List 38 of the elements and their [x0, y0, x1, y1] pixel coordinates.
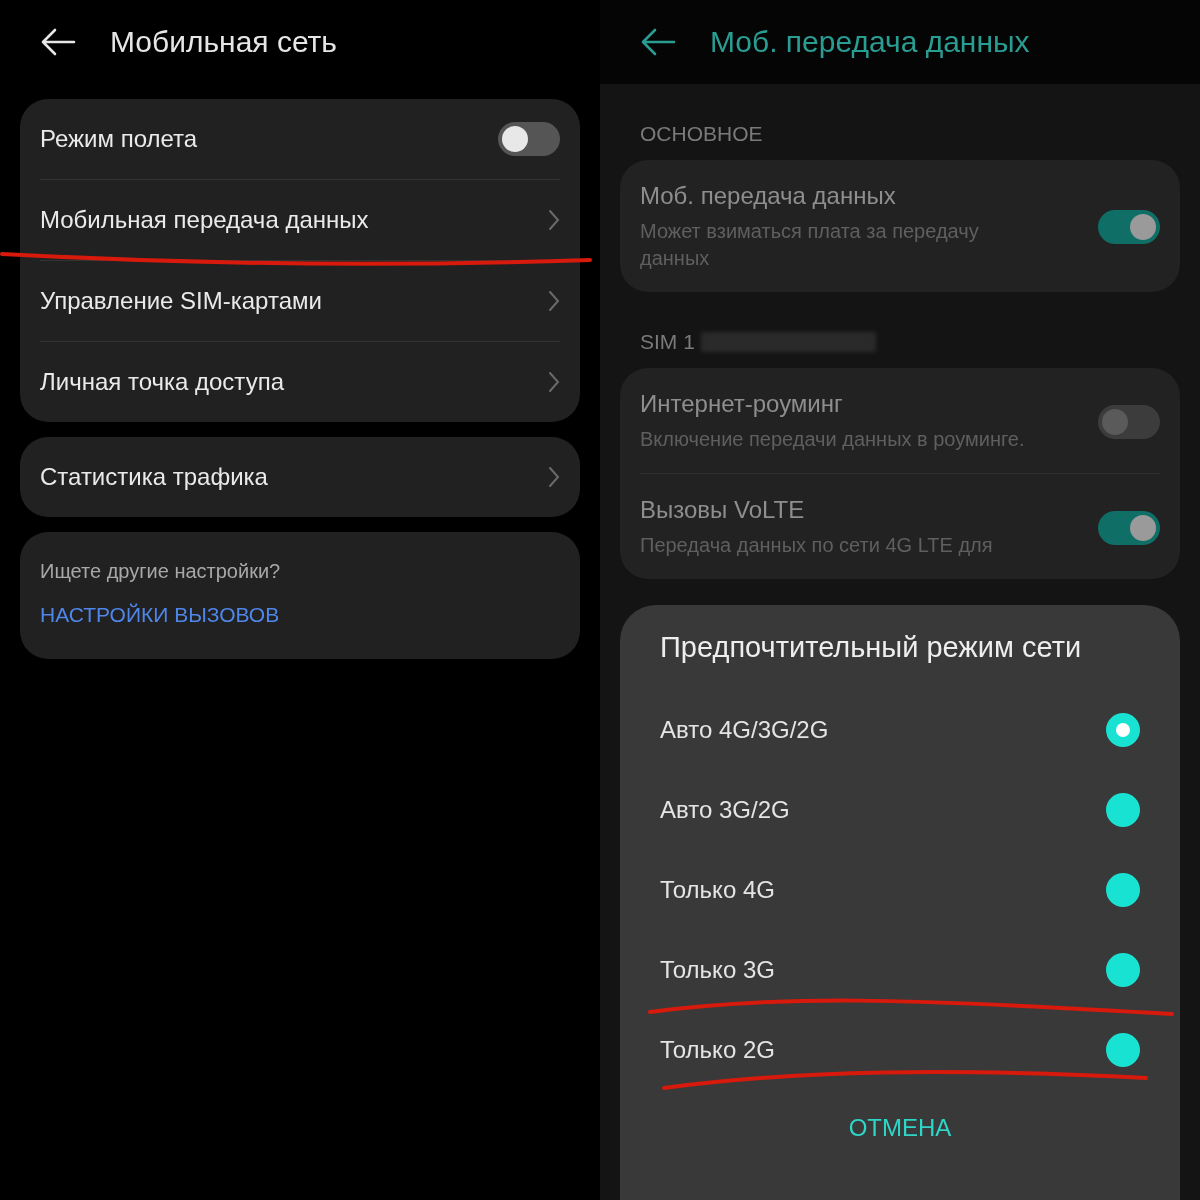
setting-label[interactable]: Управление SIM-картами	[40, 287, 322, 315]
setting-description: Включение передачи данных в роуминге.	[640, 427, 1026, 452]
option-label[interactable]: Только 3G	[660, 956, 775, 984]
screen-title: Мобильная сеть	[110, 25, 337, 59]
radio-button[interactable]	[1106, 953, 1140, 987]
radio-button[interactable]	[1106, 873, 1140, 907]
radio-button[interactable]	[1106, 713, 1140, 747]
toggle-switch[interactable]	[498, 122, 560, 156]
setting-label[interactable]: Личная точка доступа	[40, 368, 284, 396]
setting-label: Вызовы VoLTE	[640, 496, 806, 524]
toggle-switch[interactable]	[1098, 510, 1160, 545]
chevron-icon	[548, 466, 560, 488]
section-header: SIM 1	[640, 330, 695, 354]
setting-label[interactable]: Статистика трафика	[40, 463, 268, 491]
setting-label[interactable]: Режим полета	[40, 125, 198, 153]
setting-description: Передача данных по сети 4G LTE для	[640, 533, 994, 558]
chevron-icon	[548, 371, 560, 393]
option-label[interactable]: Авто 3G/2G	[660, 796, 790, 824]
chevron-icon	[548, 209, 560, 231]
chevron-icon	[548, 290, 560, 312]
call-settings-link[interactable]: НАСТРОЙКИ ВЫЗОВОВ	[40, 603, 280, 627]
option-label[interactable]: Только 2G	[660, 1036, 775, 1064]
radio-button[interactable]	[1106, 793, 1140, 827]
option-label[interactable]: Авто 4G/3G/2G	[660, 716, 829, 744]
dialog-title: Предпочтительный режим сети	[660, 631, 1083, 665]
setting-description: Может взиматься плата за передачу данных	[640, 219, 980, 271]
section-header: ОСНОВНОЕ	[640, 122, 763, 146]
screen-title: Моб. передача данных	[710, 25, 1030, 59]
toggle-switch[interactable]	[1098, 404, 1160, 439]
setting-label: Интернет-роуминг	[640, 390, 844, 418]
setting-label: Моб. передача данных	[640, 182, 897, 210]
radio-button[interactable]	[1106, 1033, 1140, 1067]
toggle-switch[interactable]	[1098, 210, 1160, 244]
hint-text: Ищете другие настройки?	[40, 560, 282, 583]
setting-label[interactable]: Мобильная передача данных	[40, 206, 369, 234]
cancel-button[interactable]: ОТМЕНА	[836, 1108, 964, 1148]
back-icon[interactable]	[640, 28, 676, 56]
option-label[interactable]: Только 4G	[660, 876, 775, 904]
